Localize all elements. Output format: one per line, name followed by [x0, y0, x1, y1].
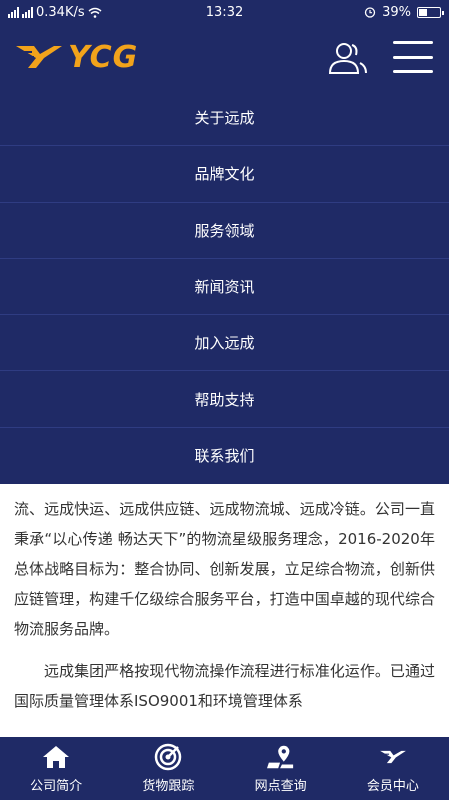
- tab-label: 货物跟踪: [142, 779, 195, 794]
- home-icon: [42, 743, 70, 771]
- menu-button[interactable]: [391, 37, 435, 77]
- article-content: 流、远成快运、远成供应链、远成物流城、远成冷链。公司一直秉承“以心传递 畅达天下…: [0, 484, 449, 737]
- nav-item-services[interactable]: 服务领域: [0, 203, 449, 259]
- header: YCG: [0, 24, 449, 90]
- users-icon: [328, 43, 367, 74]
- status-right: 39%: [271, 4, 444, 20]
- tab-label: 会员中心: [366, 779, 419, 794]
- battery-icon: [417, 6, 444, 18]
- nav-item-news[interactable]: 新闻资讯: [0, 259, 449, 316]
- menu-bar: [393, 55, 433, 59]
- signal-icon: [8, 6, 19, 18]
- tab-label: 公司简介: [30, 779, 83, 794]
- nav-item-help[interactable]: 帮助支持: [0, 371, 449, 428]
- network-speed: 0.34K/s: [36, 4, 85, 20]
- wifi-icon: [88, 7, 102, 18]
- battery-percent: 39%: [382, 4, 411, 20]
- nav-item-contact[interactable]: 联系我们: [0, 428, 449, 484]
- article-paragraph: 流、远成快运、远成供应链、远成物流城、远成冷链。公司一直秉承“以心传递 畅达天下…: [14, 500, 435, 638]
- brand-mark-icon: [16, 46, 62, 68]
- article-paragraph: 远成集团严格按现代物流操作流程进行标准化运作。已通过国际质量管理体系ISO900…: [14, 662, 435, 710]
- status-time: 13:32: [205, 4, 244, 20]
- location-icon: [266, 743, 295, 771]
- status-bar: 0.34K/s 13:32 39%: [0, 0, 449, 24]
- signal-icon-2: [22, 6, 33, 18]
- member-logo-icon: [379, 743, 407, 771]
- tab-member-center[interactable]: 会员中心: [337, 737, 449, 800]
- tab-outlet-search[interactable]: 网点查询: [225, 737, 337, 800]
- menu-bar: [393, 41, 433, 44]
- tracking-icon: [154, 743, 182, 771]
- nav-item-brand-culture[interactable]: 品牌文化: [0, 146, 449, 203]
- nav-item-about[interactable]: 关于远成: [0, 90, 449, 147]
- user-button[interactable]: [323, 37, 369, 77]
- alarm-icon: [364, 7, 376, 18]
- tab-cargo-tracking[interactable]: 货物跟踪: [112, 737, 224, 800]
- logo[interactable]: YCG: [14, 40, 138, 75]
- nav-item-join[interactable]: 加入远成: [0, 315, 449, 372]
- tab-label: 网点查询: [254, 779, 307, 794]
- battery-fill: [419, 8, 427, 16]
- nav-menu: 关于远成 品牌文化 服务领域 新闻资讯 加入远成 帮助支持 联系我们: [0, 90, 449, 484]
- logo-text: YCG: [68, 39, 139, 75]
- tab-company-profile[interactable]: 公司简介: [0, 737, 112, 800]
- bottom-tab-bar: 公司简介 货物跟踪 网点查询 会员中心: [0, 737, 449, 800]
- menu-bar: [393, 70, 433, 73]
- status-left: 0.34K/s: [8, 5, 178, 20]
